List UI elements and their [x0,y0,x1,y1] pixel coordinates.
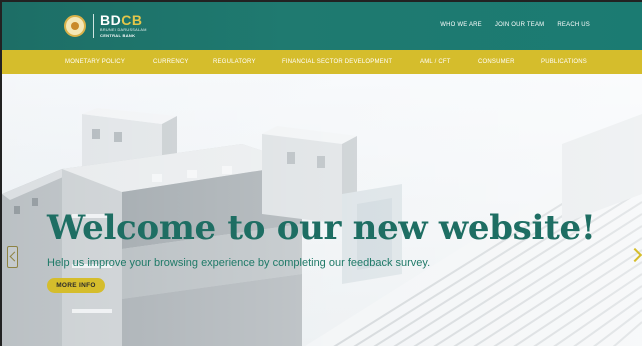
nav-item-publications[interactable]: PUBLICATIONS [541,59,587,65]
link-join-our-team[interactable]: JOIN OUR TEAM [495,22,545,28]
top-links: WHO WE ARE JOIN OUR TEAM REACH US [440,22,590,28]
bdcb-logo[interactable]: BDCB [100,13,142,27]
logo-name: CENTRAL BANK [100,33,136,38]
logo-mark-part2: CB [121,12,143,28]
nav-item-monetary-policy[interactable]: MONETARY POLICY [65,59,125,65]
nav-item-currency[interactable]: CURRENCY [153,59,189,65]
nav-item-aml-cft[interactable]: AML / CFT [420,59,451,65]
hero-title: Welcome to our new website! [47,208,596,248]
nav-item-regulatory[interactable]: REGULATORY [213,59,256,65]
logo-mark-part1: BD [100,12,122,28]
more-info-button[interactable]: MORE INFO [47,278,105,293]
site-header: BDCB BRUNEI DARUSSALAM CENTRAL BANK WHO … [2,2,642,50]
link-reach-us[interactable]: REACH US [557,22,590,28]
carousel-next-arrow-icon[interactable] [630,246,642,266]
hero-banner: Welcome to our new website! Help us impr… [2,74,642,346]
hero-subtitle: Help us improve your browsing experience… [47,257,431,269]
logo-subtitle: BRUNEI DARUSSALAM [100,28,147,32]
nav-item-financial-sector-development[interactable]: FINANCIAL SECTOR DEVELOPMENT [282,59,392,65]
main-nav: MONETARY POLICY CURRENCY REGULATORY FINA… [2,50,642,74]
page-frame: BDCB BRUNEI DARUSSALAM CENTRAL BANK WHO … [0,0,642,346]
central-bank-seal-icon[interactable] [64,15,86,37]
carousel-prev-arrow-icon[interactable] [7,246,18,268]
logo-divider [93,14,94,38]
link-who-we-are[interactable]: WHO WE ARE [440,22,482,28]
nav-item-consumer[interactable]: CONSUMER [478,59,515,65]
